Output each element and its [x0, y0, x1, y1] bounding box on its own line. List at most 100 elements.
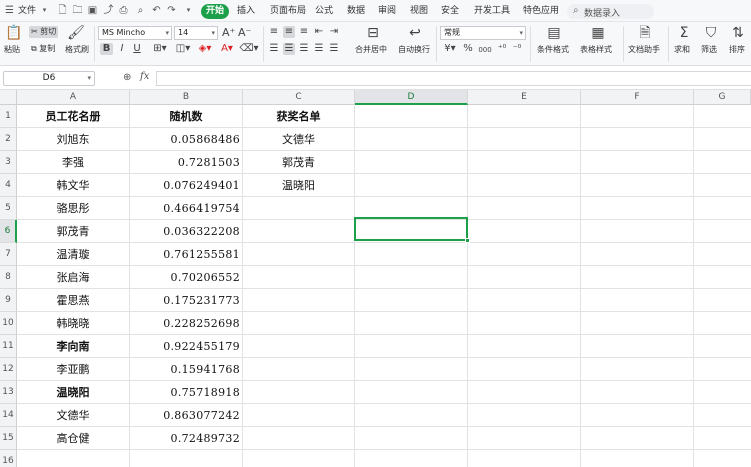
cell-b8[interactable]: 0.70206552	[130, 266, 242, 289]
underline-button[interactable]: U	[131, 43, 143, 55]
fx-icon[interactable]: fx	[140, 71, 149, 82]
cell-a11[interactable]: 李向南	[17, 335, 129, 358]
row-header-13[interactable]: 13	[0, 381, 17, 404]
currency-icon[interactable]: ¥▾	[441, 43, 459, 55]
number-format-select[interactable]: 常规 ▾	[440, 26, 526, 40]
font-name-select[interactable]: MS Mincho ▾	[98, 26, 172, 40]
select-all-corner[interactable]	[0, 90, 17, 105]
paste-icon[interactable]: 📋	[5, 25, 23, 41]
merge-center-button[interactable]: 合并居中	[355, 45, 387, 55]
tab-special[interactable]: 特色应用	[523, 5, 559, 18]
open-folder-icon[interactable]: 🗀	[72, 5, 83, 16]
column-header-b[interactable]: B	[130, 90, 243, 105]
font-color-icon[interactable]: A▾	[217, 43, 237, 55]
cell-a14[interactable]: 文德华	[17, 404, 129, 427]
print-icon[interactable]: ⎙	[118, 5, 129, 16]
increase-font-icon[interactable]: A⁺	[222, 27, 235, 39]
doc-helper-button[interactable]: 文档助手	[628, 45, 660, 55]
redo-icon[interactable]: ↷	[166, 5, 177, 16]
cell-a10[interactable]: 韩晓晓	[17, 312, 129, 335]
cell-b12[interactable]: 0.15941768	[130, 358, 242, 381]
font-size-select[interactable]: 14 ▾	[174, 26, 218, 40]
format-painter-icon[interactable]: 🖌	[67, 25, 85, 41]
row-header-2[interactable]: 2	[0, 128, 17, 151]
wrap-text-icon[interactable]: ↩	[406, 25, 424, 41]
cell-a12[interactable]: 李亚鹏	[17, 358, 129, 381]
print-preview-icon[interactable]: ⌕	[135, 5, 146, 16]
increase-decimal-icon[interactable]: ⁺⁰	[496, 43, 508, 55]
align-bottom-icon[interactable]: ≡	[298, 26, 310, 38]
sum-button[interactable]: 求和	[674, 45, 690, 55]
row-header-5[interactable]: 5	[0, 197, 17, 220]
conditional-format-button[interactable]: 条件格式	[537, 45, 569, 55]
distribute-icon[interactable]: ☰	[328, 43, 340, 55]
column-header-a[interactable]: A	[17, 90, 130, 105]
italic-button[interactable]: I	[116, 43, 128, 55]
cell-a8[interactable]: 张启海	[17, 266, 129, 289]
column-header-e[interactable]: E	[468, 90, 581, 105]
justify-icon[interactable]: ☰	[313, 43, 325, 55]
column-header-c[interactable]: C	[243, 90, 355, 105]
cut-button[interactable]: ✂ 剪切	[29, 26, 59, 38]
row-header-11[interactable]: 11	[0, 335, 17, 358]
cell-a3[interactable]: 李强	[17, 151, 129, 174]
tab-security[interactable]: 安全	[441, 5, 459, 18]
row-header-8[interactable]: 8	[0, 266, 17, 289]
column-header-d[interactable]: D	[355, 90, 468, 105]
cell-c1[interactable]: 获奖名单	[243, 105, 354, 128]
cell-b15[interactable]: 0.72489732	[130, 427, 242, 450]
tab-home[interactable]: 开始	[201, 4, 229, 19]
cell-b14[interactable]: 0.863077242	[130, 404, 242, 427]
cell-b2[interactable]: 0.05868486	[130, 128, 242, 151]
cell-c4[interactable]: 温晓阳	[243, 174, 354, 197]
row-header-7[interactable]: 7	[0, 243, 17, 266]
spreadsheet-grid[interactable]: A B C D E F G 1 2 3 4 5 6 7 8 9 10 11 12 13 14 15 16 员工花名册 刘旭东 李强…	[0, 90, 751, 467]
align-right-icon[interactable]: ☰	[298, 43, 310, 55]
tab-review[interactable]: 审阅	[378, 5, 396, 18]
row-header-15[interactable]: 15	[0, 427, 17, 450]
table-style-icon[interactable]: ▦	[589, 25, 607, 41]
save-icon[interactable]: ▣	[87, 5, 98, 16]
border-icon[interactable]: ⊞▾	[149, 43, 171, 55]
selected-cell-d6[interactable]	[354, 217, 470, 243]
formula-input[interactable]	[156, 71, 751, 86]
cell-b11[interactable]: 0.922455179	[130, 335, 242, 358]
tab-data[interactable]: 数据	[347, 5, 365, 18]
cell-b9[interactable]: 0.175231773	[130, 289, 242, 312]
row-header-9[interactable]: 9	[0, 289, 17, 312]
name-box[interactable]: D6 ▾	[3, 71, 95, 86]
row-header-16[interactable]: 16	[0, 450, 17, 467]
copy-button[interactable]: ⧉ 复制	[31, 44, 55, 54]
cell-b1[interactable]: 随机数	[130, 105, 242, 128]
bold-button[interactable]: B	[100, 43, 113, 55]
cell-a5[interactable]: 骆思彤	[17, 197, 129, 220]
row-header-4[interactable]: 4	[0, 174, 17, 197]
percent-button[interactable]: %	[462, 43, 474, 55]
conditional-format-icon[interactable]: ▤	[545, 25, 563, 41]
format-painter-button[interactable]: 格式刷	[65, 45, 89, 55]
cell-b4[interactable]: 0.076249401	[130, 174, 242, 197]
row-header-1[interactable]: 1	[0, 105, 17, 128]
cell-b6[interactable]: 0.036322208	[130, 220, 242, 243]
decrease-decimal-icon[interactable]: ⁻⁰	[511, 43, 523, 55]
column-header-g[interactable]: G	[694, 90, 751, 105]
align-left-icon[interactable]: ☰	[268, 43, 280, 55]
tab-view[interactable]: 视图	[410, 5, 428, 18]
decrease-font-icon[interactable]: A⁻	[238, 27, 251, 39]
tab-page-layout[interactable]: 页面布局	[270, 5, 306, 18]
indent-decrease-icon[interactable]: ⇤	[313, 26, 325, 38]
cell-c2[interactable]: 文德华	[243, 128, 354, 151]
row-header-14[interactable]: 14	[0, 404, 17, 427]
cell-a1[interactable]: 员工花名册	[17, 105, 129, 128]
cell-b3[interactable]: 0.7281503	[130, 151, 242, 174]
undo-icon[interactable]: ↶	[151, 5, 162, 16]
cell-a9[interactable]: 霍思燕	[17, 289, 129, 312]
cell-a7[interactable]: 温清璇	[17, 243, 129, 266]
cell-a13[interactable]: 温晓阳	[17, 381, 129, 404]
row-header-6[interactable]: 6	[0, 220, 17, 243]
thousands-button[interactable]: 000	[477, 44, 493, 56]
align-top-icon[interactable]: ≡	[268, 26, 280, 38]
menu-file[interactable]: 文件	[18, 5, 36, 18]
export-icon[interactable]: ⤴	[103, 5, 114, 16]
new-file-icon[interactable]: 🗋	[57, 5, 68, 16]
